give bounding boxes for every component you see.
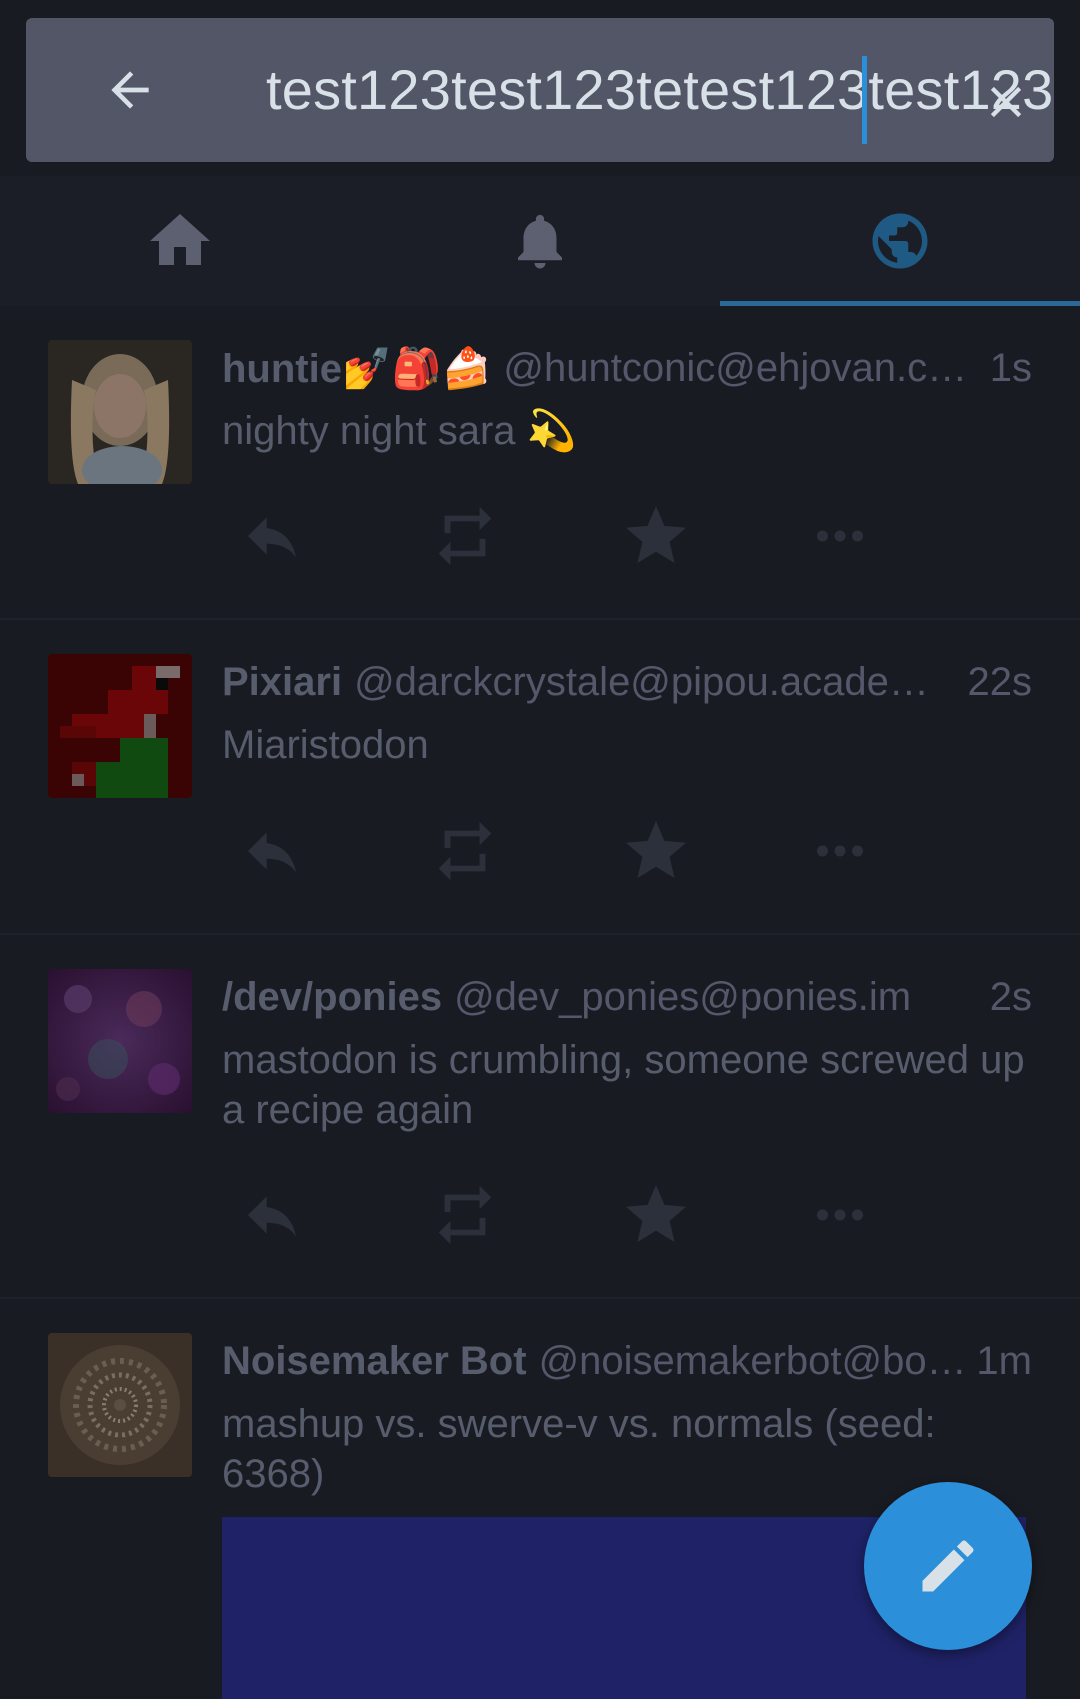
avatar-image (48, 340, 192, 484)
more-icon (817, 530, 863, 542)
avatar[interactable] (48, 969, 192, 1113)
timestamp[interactable]: 2s (990, 975, 1032, 1020)
tab-home[interactable] (0, 176, 360, 306)
more-button[interactable] (792, 1179, 982, 1251)
boost-icon (438, 821, 492, 881)
status-item[interactable]: Pixiari @darckcrystale@pipou.acade… 22s … (0, 620, 1080, 935)
boost-button[interactable] (412, 815, 602, 887)
globe-icon (872, 213, 928, 269)
avatar-image (48, 1333, 192, 1477)
status-content: mastodon is crumbling, someone screwed u… (222, 1038, 1025, 1132)
tab-federated[interactable] (720, 176, 1080, 306)
favourite-button[interactable] (602, 1179, 792, 1251)
more-button[interactable] (792, 815, 982, 887)
compose-button[interactable] (864, 1482, 1032, 1650)
display-name[interactable]: huntie💅🎒🍰 (222, 345, 491, 392)
back-button[interactable] (98, 58, 162, 122)
status-actions (222, 815, 982, 887)
avatar[interactable] (48, 340, 192, 484)
reply-button[interactable] (222, 815, 412, 887)
account-handle[interactable]: @noisemakerbot@bo… (539, 1339, 977, 1384)
reply-icon (248, 832, 296, 873)
avatar[interactable] (48, 1333, 192, 1477)
favourite-icon (626, 1185, 686, 1242)
status-item[interactable]: /dev/ponies @dev_ponies@ponies.im 2s mas… (0, 935, 1080, 1299)
status-content: Miaristodon (222, 723, 429, 767)
account-handle[interactable]: @dev_ponies@ponies.im (454, 975, 974, 1020)
favourite-button[interactable] (602, 500, 792, 572)
reply-button[interactable] (222, 500, 412, 572)
status-content: mashup vs. swerve-v vs. normals (seed: 6… (222, 1402, 936, 1496)
display-name[interactable]: /dev/ponies (222, 975, 442, 1020)
tab-notifications[interactable] (360, 176, 720, 306)
boost-button[interactable] (412, 1179, 602, 1251)
close-icon (990, 86, 1022, 118)
account-handle[interactable]: @darckcrystale@pipou.acade… (354, 660, 951, 705)
more-icon (817, 1209, 863, 1221)
avatar[interactable] (48, 654, 192, 798)
search-bar: test123test123tetest123test123test123 (26, 18, 1054, 162)
arrow-left-icon (111, 71, 149, 109)
boost-icon (438, 1185, 492, 1245)
pencil-icon (922, 1540, 974, 1592)
timestamp[interactable]: 1s (990, 346, 1032, 391)
display-name[interactable]: Noisemaker Bot (222, 1339, 527, 1384)
status-actions (222, 500, 982, 572)
account-handle[interactable]: @huntconic@ehjovan.com (503, 346, 973, 391)
favourite-icon (626, 506, 686, 563)
search-input[interactable]: test123test123tetest123test123test123 (266, 18, 1054, 162)
favourite-icon (626, 821, 686, 878)
status-actions (222, 1179, 982, 1251)
boost-icon (438, 506, 492, 566)
favourite-button[interactable] (602, 815, 792, 887)
column-tabs (0, 176, 1080, 306)
boost-button[interactable] (412, 500, 602, 572)
more-icon (817, 845, 863, 857)
reply-icon (248, 1196, 296, 1237)
timestamp[interactable]: 1m (976, 1339, 1032, 1384)
reply-icon (248, 517, 296, 558)
display-name[interactable]: Pixiari (222, 660, 342, 705)
avatar-image (48, 969, 192, 1113)
clear-search-button[interactable] (978, 74, 1034, 130)
home-icon (150, 214, 210, 265)
reply-button[interactable] (222, 1179, 412, 1251)
bell-icon (518, 214, 562, 269)
avatar-image (48, 654, 192, 798)
status-item[interactable]: huntie💅🎒🍰 @huntconic@ehjovan.com 1s nigh… (0, 306, 1080, 620)
timestamp[interactable]: 22s (968, 660, 1033, 705)
text-caret (862, 56, 867, 144)
status-content: nighty night sara 💫 (222, 409, 577, 453)
more-button[interactable] (792, 500, 982, 572)
